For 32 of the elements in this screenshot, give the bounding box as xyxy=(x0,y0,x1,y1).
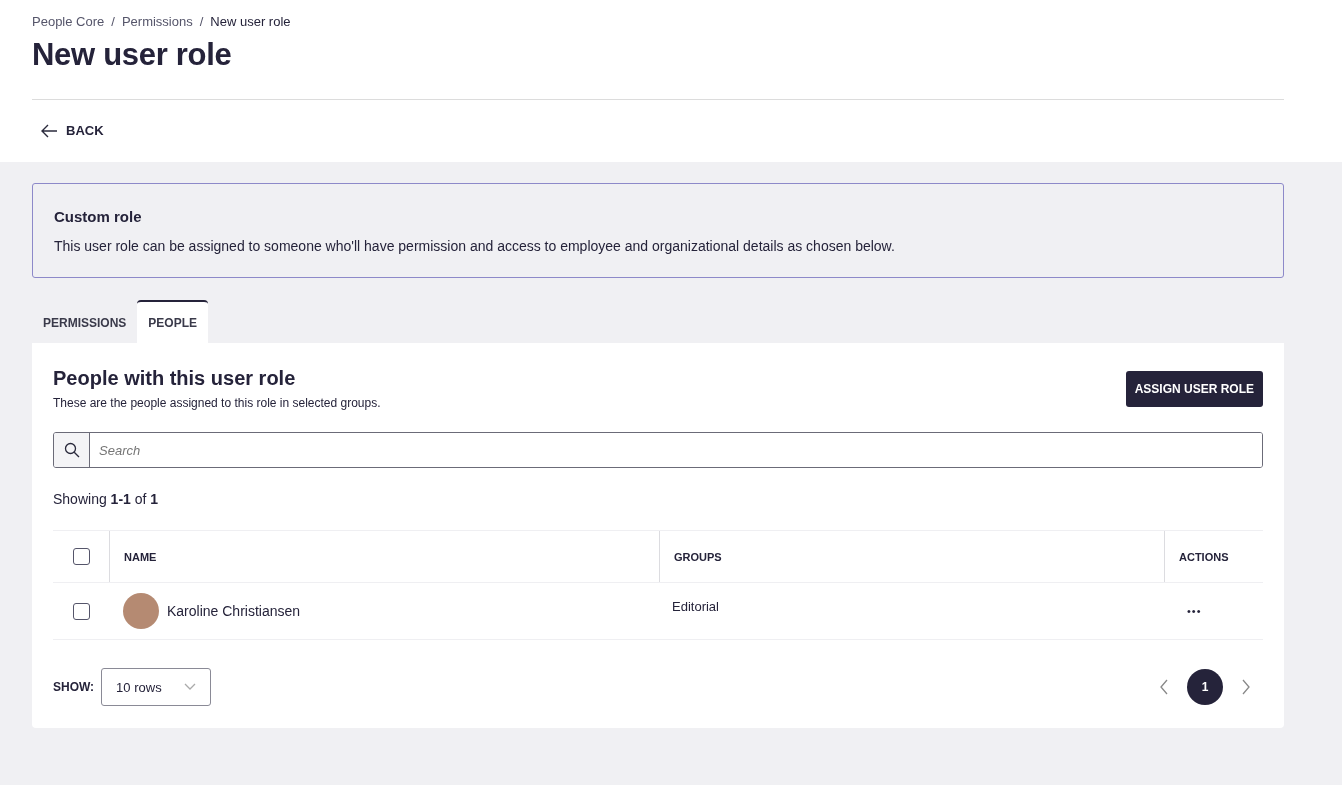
breadcrumb-link[interactable]: Permissions xyxy=(121,14,193,29)
select-all-checkbox[interactable] xyxy=(72,548,90,565)
chevron-right-icon[interactable] xyxy=(1241,679,1251,695)
avatar xyxy=(123,593,159,629)
arrow-left-icon xyxy=(40,123,58,138)
info-title: Custom role xyxy=(54,208,143,225)
row-checkbox[interactable] xyxy=(72,602,90,620)
page-button[interactable]: 1 xyxy=(1187,669,1223,705)
column-header: GROUPS xyxy=(674,550,722,563)
table-cell: Editorial xyxy=(672,599,719,614)
back-button[interactable]: BACK xyxy=(32,123,104,138)
more-actions-button[interactable]: ••• xyxy=(1179,605,1202,617)
search-icon xyxy=(63,442,80,458)
breadcrumb-separator: / xyxy=(111,14,115,29)
info-text: This user role can be assigned to someone who'll have permission and access to employee and organizational details as chosen below. xyxy=(54,238,896,254)
chevron-down-icon xyxy=(183,683,196,691)
tab[interactable]: PERMISSIONS xyxy=(32,300,138,343)
breadcrumb-separator: / xyxy=(199,14,204,29)
chevron-left-icon[interactable] xyxy=(1159,679,1169,695)
results-count: Showing 1-1 of 1 xyxy=(53,491,160,507)
page-title: New user role xyxy=(32,37,233,73)
show-label: SHOW: xyxy=(53,680,95,694)
search-field[interactable]: Search xyxy=(53,432,1263,468)
person-name: Karoline Christiansen xyxy=(167,603,301,619)
column-header: NAME xyxy=(124,550,157,563)
rows-per-page-dropdown[interactable]: 10 rows xyxy=(101,668,211,706)
panel-subtitle: These are the people assigned to this role in selected groups. xyxy=(53,396,381,410)
tab[interactable]: PEOPLE xyxy=(137,300,209,343)
panel-title: People with this user role xyxy=(53,367,297,390)
column-header: ACTIONS xyxy=(1179,550,1229,563)
breadcrumb-link[interactable]: People Core xyxy=(32,14,105,29)
assign-user-role-button[interactable]: ASSIGN USER ROLE xyxy=(1125,371,1263,407)
